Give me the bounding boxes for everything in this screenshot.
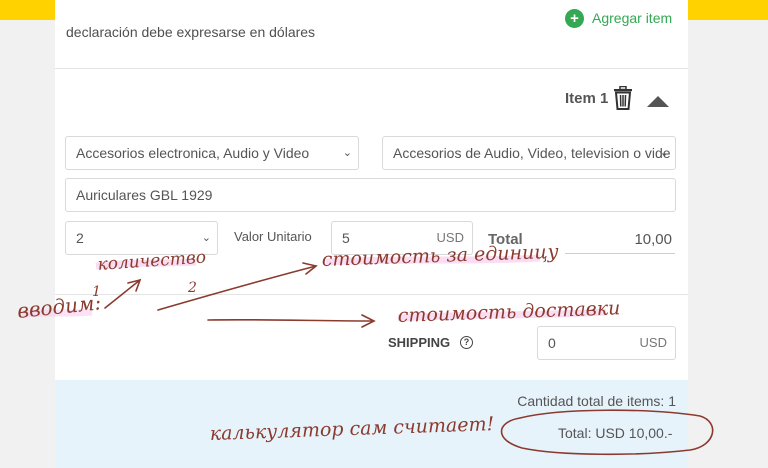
chevron-down-icon: ⌄ bbox=[342, 147, 352, 159]
unit-value-label: Valor Unitario bbox=[234, 229, 312, 244]
shipping-value: 0 bbox=[548, 335, 556, 351]
chevron-down-icon: ⌄ bbox=[201, 232, 211, 244]
declaration-note: declaración debe expresarse en dólares bbox=[66, 24, 316, 40]
currency-label: USD bbox=[436, 230, 464, 245]
unit-value: 5 bbox=[342, 230, 350, 246]
item-title: Item 1 bbox=[565, 90, 609, 107]
plus-circle-icon: + bbox=[565, 9, 584, 28]
total-label: Total bbox=[488, 231, 523, 248]
grand-total: Total: USD 10,00.- bbox=[558, 425, 673, 441]
shipping-currency: USD bbox=[639, 335, 667, 350]
divider bbox=[55, 294, 688, 295]
caret-up-icon[interactable] bbox=[647, 96, 669, 107]
divider bbox=[55, 68, 688, 69]
product-value: Auriculares GBL 1929 bbox=[76, 187, 213, 203]
shipping-label: SHIPPING bbox=[388, 335, 451, 350]
total-value: 10,00 bbox=[565, 226, 675, 254]
quantity-value: 2 bbox=[76, 230, 84, 246]
category-value: Accesorios electronica, Audio y Video bbox=[76, 145, 310, 161]
trash-icon[interactable] bbox=[613, 86, 633, 110]
shipping-input[interactable]: 0 USD bbox=[537, 326, 676, 360]
add-item-label: Agregar item bbox=[592, 10, 673, 26]
question-circle-icon[interactable]: ? bbox=[460, 336, 473, 349]
add-item-button[interactable]: + Agregar item bbox=[565, 6, 672, 28]
items-count: Cantidad total de items: 1 bbox=[517, 393, 676, 409]
category-select[interactable]: Accesorios electronica, Audio y Video ⌄ bbox=[65, 136, 359, 170]
chevron-down-icon: ⌄ bbox=[659, 147, 669, 159]
subcategory-select[interactable]: Accesorios de Audio, Video, television o… bbox=[382, 136, 676, 170]
quantity-select[interactable]: 2 ⌄ bbox=[65, 221, 218, 255]
subcategory-value: Accesorios de Audio, Video, television o… bbox=[393, 145, 671, 161]
product-input[interactable]: Auriculares GBL 1929 bbox=[65, 178, 676, 212]
unit-value-input[interactable]: 5 USD bbox=[331, 221, 473, 255]
